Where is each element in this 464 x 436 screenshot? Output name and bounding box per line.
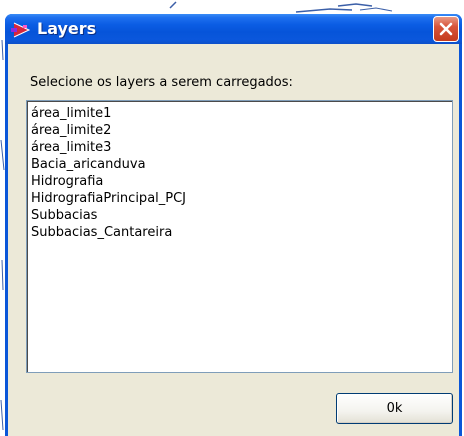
layers-dialog: Layers Selecione os layers a serem carre…: [5, 14, 462, 436]
layers-app-icon: [11, 22, 31, 38]
close-icon: [439, 22, 453, 36]
list-item[interactable]: Bacia_aricanduva: [31, 156, 452, 173]
title-bar[interactable]: Layers: [5, 14, 462, 44]
ok-button[interactable]: 0k: [336, 393, 453, 424]
list-item[interactable]: área_limite1: [31, 105, 452, 122]
window-title: Layers: [37, 19, 97, 38]
dialog-content: Selecione os layers a serem carregados: …: [8, 44, 459, 436]
layers-listbox[interactable]: área_limite1 área_limite2 área_limite3 B…: [26, 100, 453, 373]
list-item[interactable]: Subbacias: [31, 207, 452, 224]
layers-list: área_limite1 área_limite2 área_limite3 B…: [27, 101, 452, 241]
list-item[interactable]: Subbacias_Cantareira: [31, 224, 452, 241]
list-item[interactable]: área_limite3: [31, 139, 452, 156]
instruction-label: Selecione os layers a serem carregados:: [30, 75, 293, 90]
close-button[interactable]: [433, 16, 459, 42]
list-item[interactable]: HidrografiaPrincipal_PCJ: [31, 190, 452, 207]
list-item[interactable]: área_limite2: [31, 122, 452, 139]
list-item[interactable]: Hidrografia: [31, 173, 452, 190]
